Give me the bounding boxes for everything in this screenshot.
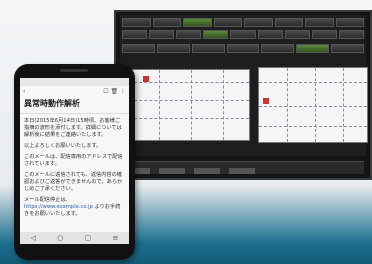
toolbar-button[interactable]	[284, 30, 310, 39]
toolbar-button[interactable]	[203, 30, 229, 39]
toolbar-button[interactable]	[122, 44, 155, 53]
toolbar-button[interactable]	[311, 30, 337, 39]
grid-line	[223, 70, 224, 140]
mail-actions-icon[interactable]: ☐ 🗑 ⋮	[103, 88, 126, 95]
toolbar-button[interactable]	[261, 44, 295, 53]
phone-speaker	[60, 69, 88, 72]
toolbar-button[interactable]	[183, 18, 212, 27]
toolbar-button[interactable]	[226, 44, 260, 53]
toolbar-button[interactable]	[296, 44, 330, 53]
back-icon[interactable]: ‹	[23, 88, 25, 95]
mail-paragraph: このメールに返信されても、返信内容の確認およびご返答ができませんので、あらかじめ…	[24, 172, 123, 192]
grid-line	[259, 126, 367, 127]
mail-link[interactable]: https://www.example.co.jp	[24, 204, 93, 210]
home-nav-icon[interactable]: ○	[57, 234, 63, 242]
grid-line	[159, 70, 160, 140]
mail-paragraph: 以上よろしくお願いいたします。	[24, 143, 102, 149]
grid-line	[259, 106, 367, 107]
toolbar-row-1	[122, 17, 364, 28]
grid-line	[191, 70, 192, 140]
toolbar-button[interactable]	[152, 18, 181, 27]
trigger-marker[interactable]	[143, 76, 149, 82]
toolbar-row-3	[122, 43, 365, 54]
toolbar-button[interactable]	[122, 30, 148, 39]
waveform-panel-left[interactable]	[128, 69, 250, 141]
status-segment	[159, 168, 186, 174]
status-bar	[122, 161, 364, 174]
status-segment	[194, 168, 221, 174]
trigger-marker[interactable]	[263, 98, 269, 104]
phone-status-bar	[20, 78, 129, 86]
toolbar-button[interactable]	[122, 18, 151, 27]
toolbar-button[interactable]	[305, 18, 334, 27]
toolbar-button[interactable]	[244, 18, 273, 27]
toolbar-row-2	[122, 29, 364, 40]
grid-line	[129, 118, 249, 119]
grid-line	[129, 82, 249, 83]
smartphone: ‹ ☐ 🗑 ⋮ 異常時動作解析 本日(2015年6月14日)15時頃、お客様ご指…	[14, 64, 135, 260]
grid-line	[129, 100, 249, 101]
toolbar-button[interactable]	[191, 44, 225, 53]
phone-nav-bar: ◁ ○ ▢ ≡	[20, 232, 129, 244]
grid-line	[315, 68, 316, 142]
grid-line	[343, 68, 344, 142]
toolbar-button[interactable]	[338, 30, 364, 39]
mail-unsubscribe-text: メール配信停止は、	[24, 197, 71, 203]
mail-paragraph: 本日(2015年6月14日)15時頃、お客様ご指摘の波形を添付します。詳細につい…	[24, 118, 122, 138]
email-screen: ‹ ☐ 🗑 ⋮ 異常時動作解析 本日(2015年6月14日)15時頃、お客様ご指…	[20, 78, 129, 244]
toolbar-button[interactable]	[176, 30, 202, 39]
recent-nav-icon[interactable]: ▢	[85, 234, 92, 242]
mail-paragraph: このメールは、配信専用のアドレスで配信されています。	[24, 154, 123, 167]
menu-nav-icon[interactable]: ≡	[113, 234, 119, 242]
toolbar-button[interactable]	[274, 18, 303, 27]
mail-paragraph: メール配信停止は、 https://www.example.co.jp よりお手…	[20, 197, 129, 218]
toolbar-button[interactable]	[335, 18, 364, 27]
toolbar-button[interactable]	[149, 30, 175, 39]
mail-subject: 異常時動作解析	[20, 96, 129, 114]
back-nav-icon[interactable]: ◁	[31, 234, 36, 242]
toolbar-button[interactable]	[257, 30, 283, 39]
toolbar-button[interactable]	[213, 18, 242, 27]
grid-line	[259, 82, 367, 83]
promo-scene: ‹ ☐ 🗑 ⋮ 異常時動作解析 本日(2015年6月14日)15時頃、お客様ご指…	[0, 0, 372, 264]
toolbar-button[interactable]	[156, 44, 190, 53]
mail-app-bar: ‹ ☐ 🗑 ⋮	[20, 86, 129, 96]
toolbar-button[interactable]	[230, 30, 256, 39]
status-segment	[229, 168, 256, 174]
desktop-monitor	[114, 10, 372, 180]
waveform-panel-right[interactable]	[258, 67, 368, 143]
toolbar-button[interactable]	[331, 44, 365, 53]
grid-line	[287, 68, 288, 142]
analysis-software-window	[120, 15, 368, 156]
